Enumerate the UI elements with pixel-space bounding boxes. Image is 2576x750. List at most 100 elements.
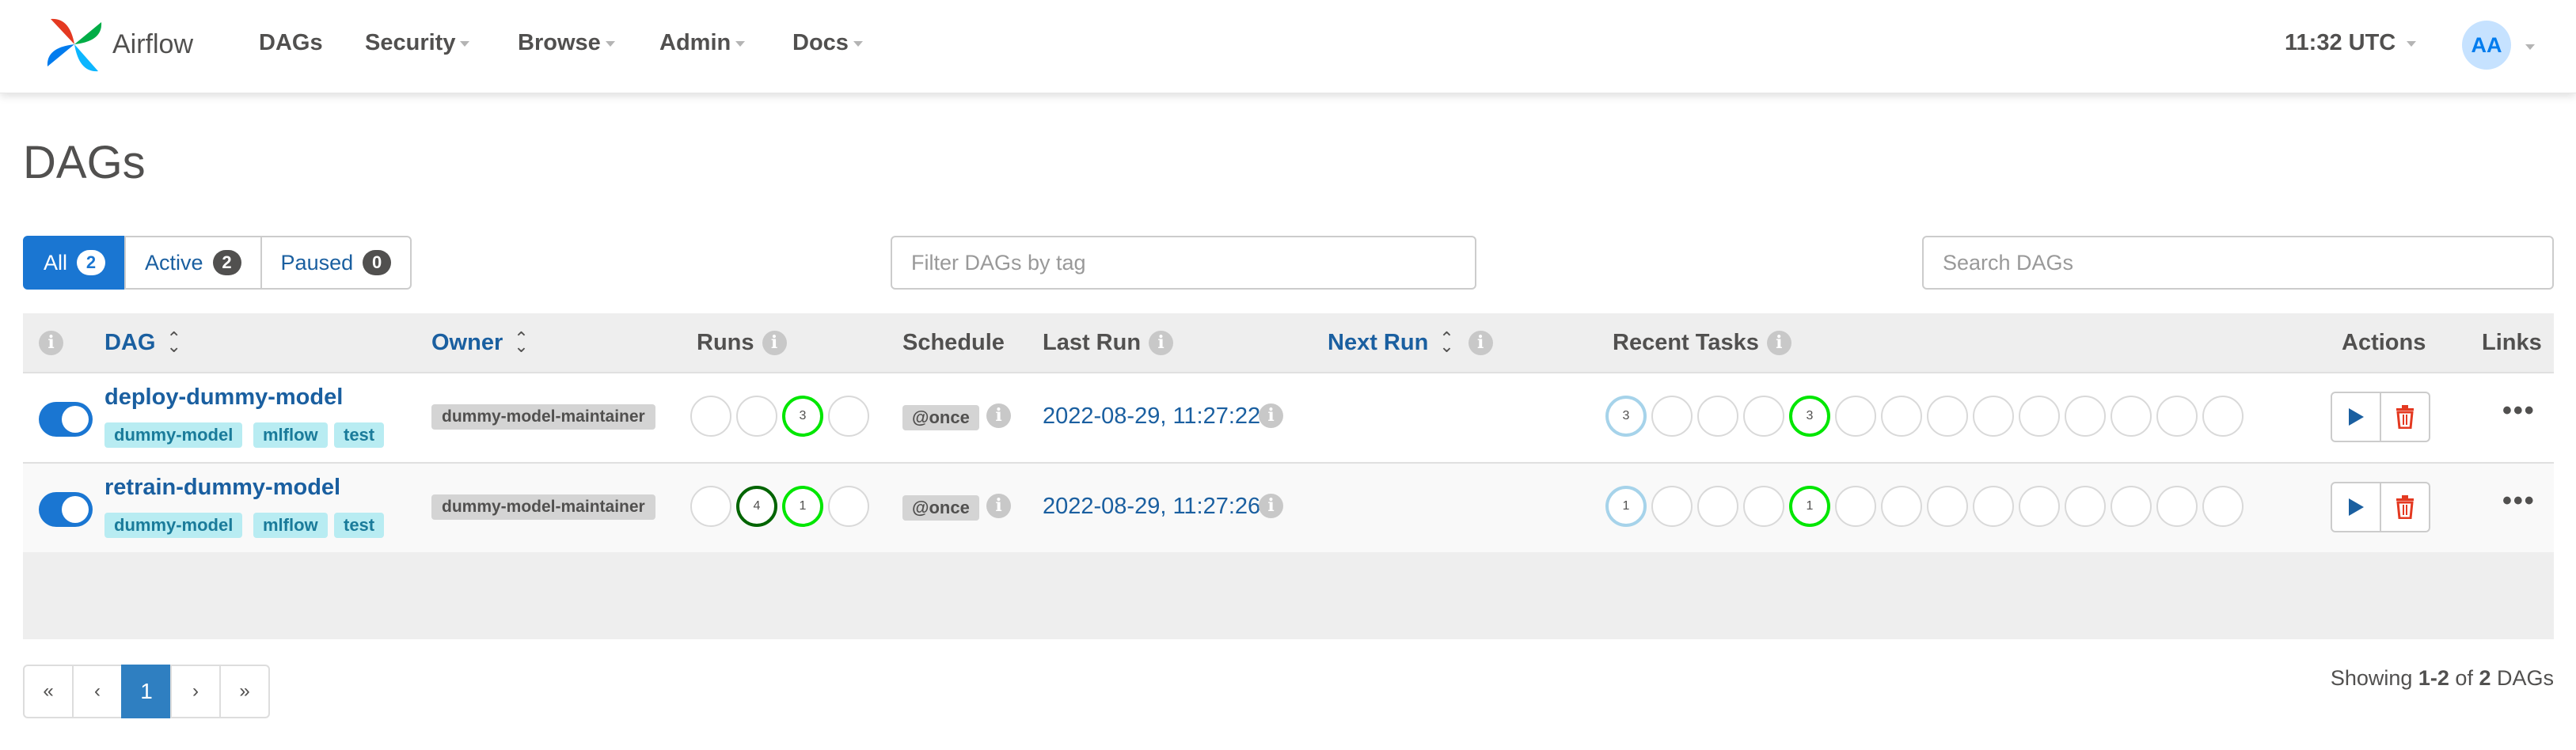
links-menu-icon[interactable]: ••• (2502, 396, 2536, 426)
task-state-circle[interactable] (1835, 396, 1876, 437)
last-run-link[interactable]: 2022-08-29, 11:27:26 (1043, 494, 1260, 520)
info-icon[interactable]: i (1149, 330, 1174, 355)
dags-table: i DAG ⌃ ⌄ Owner ⌃ ⌄ Runs i Schedule Last Run i… (23, 313, 2554, 639)
sort-icon: ⌃ ⌄ (166, 328, 181, 356)
header-owner-sort[interactable]: Owner ⌃ ⌄ (431, 313, 529, 372)
dag-link[interactable]: deploy-dummy-model (104, 384, 343, 411)
task-state-circle[interactable] (2019, 486, 2060, 527)
page-first-button[interactable]: « (23, 665, 74, 718)
info-icon[interactable]: i (986, 403, 1011, 428)
task-state-circle[interactable] (1927, 486, 1968, 527)
task-success-circle[interactable]: 3 (1789, 396, 1830, 437)
page-last-button[interactable]: » (219, 665, 270, 718)
filter-paused-button[interactable]: Paused 0 (260, 236, 412, 290)
page-next-button[interactable]: › (170, 665, 221, 718)
task-state-circle[interactable] (2111, 396, 2152, 437)
links-menu-icon[interactable]: ••• (2502, 486, 2536, 517)
header-dag-sort[interactable]: DAG ⌃ ⌄ (104, 313, 181, 372)
run-state-circle[interactable] (736, 396, 777, 437)
tag-filter-input[interactable] (891, 236, 1476, 290)
showing-of: of (2449, 666, 2479, 690)
utc-clock[interactable]: 11:32 UTC (2285, 30, 2417, 56)
dag-tag[interactable]: mlflow (253, 513, 328, 538)
task-state-circle[interactable] (2065, 486, 2106, 527)
info-icon[interactable]: i (1259, 494, 1283, 518)
dag-pause-toggle[interactable] (39, 492, 93, 527)
trigger-dag-button[interactable] (2331, 392, 2381, 442)
brand-logo-link[interactable]: Airflow (44, 14, 193, 74)
task-state-circle[interactable] (1973, 486, 2014, 527)
trigger-dag-button[interactable] (2331, 482, 2381, 532)
dag-tag[interactable]: test (334, 422, 385, 448)
page-prev-button[interactable]: ‹ (72, 665, 123, 718)
header-owner-label: Owner (431, 329, 503, 355)
task-state-circle[interactable] (1651, 396, 1693, 437)
dag-tag[interactable]: test (334, 513, 385, 538)
task-state-circle[interactable] (1743, 486, 1784, 527)
task-state-circle[interactable] (1927, 396, 1968, 437)
delete-dag-button[interactable] (2380, 392, 2430, 442)
task-state-circle[interactable] (2019, 396, 2060, 437)
run-running-circle[interactable]: 4 (736, 486, 777, 527)
page-current-button[interactable]: 1 (121, 665, 172, 718)
header-info[interactable]: i (39, 313, 63, 372)
task-state-circle[interactable] (2202, 486, 2244, 527)
info-icon[interactable]: i (762, 330, 787, 355)
owner-badge[interactable]: dummy-model-maintainer (431, 494, 655, 520)
brand-name: Airflow (112, 28, 194, 59)
info-icon[interactable]: i (1468, 330, 1493, 355)
user-avatar[interactable]: AA (2462, 21, 2511, 70)
task-queued-circle[interactable]: 1 (1605, 486, 1647, 527)
nav-browse[interactable]: Browse (518, 30, 615, 56)
nav-security[interactable]: Security (365, 30, 470, 56)
task-state-circle[interactable] (2156, 396, 2198, 437)
task-state-circle[interactable] (1697, 396, 1738, 437)
header-next-run-sort[interactable]: Next Run ⌃ ⌄ i (1328, 313, 1493, 372)
run-state-circle[interactable] (828, 486, 869, 527)
task-state-circle[interactable] (1697, 486, 1738, 527)
task-state-circle[interactable] (2065, 396, 2106, 437)
last-run-link[interactable]: 2022-08-29, 11:27:22 (1043, 403, 1260, 430)
dag-tag[interactable]: dummy-model (104, 513, 243, 538)
filter-all-button[interactable]: All 2 (23, 236, 127, 290)
run-state-circle[interactable] (690, 396, 731, 437)
info-icon[interactable]: i (1259, 403, 1283, 428)
delete-dag-button[interactable] (2380, 482, 2430, 532)
task-state-circle[interactable] (1651, 486, 1693, 527)
dag-link[interactable]: retrain-dummy-model (104, 475, 340, 501)
task-state-circle[interactable] (1881, 396, 1922, 437)
dag-tag[interactable]: dummy-model (104, 422, 243, 448)
chevron-down-icon (735, 40, 746, 47)
schedule-badge: @once (902, 405, 979, 430)
run-success-circle[interactable]: 1 (782, 486, 823, 527)
info-icon[interactable]: i (1766, 330, 1791, 355)
nav-dags[interactable]: DAGs (259, 30, 323, 56)
task-success-circle[interactable]: 1 (1789, 486, 1830, 527)
nav-docs[interactable]: Docs (792, 30, 863, 56)
dag-pause-toggle[interactable] (39, 402, 93, 437)
chevron-down-icon[interactable] (2525, 44, 2535, 50)
info-icon[interactable]: i (986, 494, 1011, 518)
dag-tag[interactable]: mlflow (253, 422, 328, 448)
owner-badge[interactable]: dummy-model-maintainer (431, 404, 655, 430)
filter-active-button[interactable]: Active 2 (124, 236, 262, 290)
nav-admin[interactable]: Admin (659, 30, 746, 56)
sort-icon: ⌃ ⌄ (1439, 328, 1454, 356)
toggle-knob (62, 496, 89, 523)
task-state-circle[interactable] (2111, 486, 2152, 527)
task-state-circle[interactable] (2202, 396, 2244, 437)
task-state-circle[interactable] (1835, 486, 1876, 527)
run-success-circle[interactable]: 3 (782, 396, 823, 437)
run-state-circle[interactable] (690, 486, 731, 527)
task-state-circle[interactable] (1743, 396, 1784, 437)
filter-active-label: Active (145, 250, 203, 275)
run-state-circle[interactable] (828, 396, 869, 437)
task-state-circle[interactable] (1881, 486, 1922, 527)
filter-all-count: 2 (77, 250, 106, 275)
task-queued-circle[interactable]: 3 (1605, 396, 1647, 437)
task-state-circle[interactable] (2156, 486, 2198, 527)
task-state-circle[interactable] (1973, 396, 2014, 437)
search-input[interactable] (1922, 236, 2554, 290)
header-links: Links (2482, 329, 2542, 355)
header-last-run: Last Run i (1043, 313, 1174, 372)
